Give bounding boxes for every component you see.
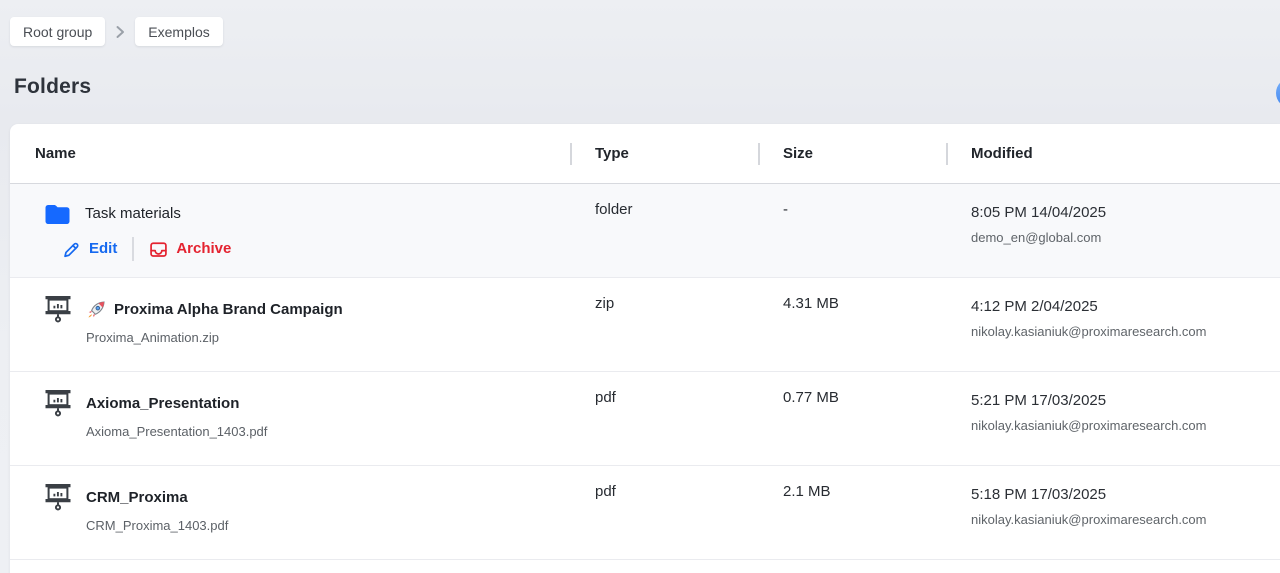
column-header-type: Type xyxy=(570,124,758,183)
table-row-task-materials[interactable]: Task materials Edit xyxy=(10,184,1280,278)
actions-divider xyxy=(132,237,134,261)
size-cell: 2.1 MB xyxy=(758,466,946,559)
floating-action-button[interactable] xyxy=(1276,78,1280,108)
name-cell: CRM_Proxima CRM_Proxima_1403.pdf xyxy=(10,466,570,559)
size-cell: 0.77 MB xyxy=(758,372,946,465)
pencil-icon xyxy=(62,240,81,259)
rocket-icon xyxy=(86,300,106,320)
folder-icon xyxy=(44,203,71,225)
modified-time: 5:21 PM 17/03/2025 xyxy=(971,389,1270,413)
column-header-size: Size xyxy=(758,124,946,183)
file-name: CRM_Proxima_1403.pdf xyxy=(86,518,560,534)
partial-next-row xyxy=(10,560,1280,573)
modified-by-email: nikolay.kasianiuk@proximaresearch.com xyxy=(971,324,1270,340)
modified-by-email: nikolay.kasianiuk@proximaresearch.com xyxy=(971,418,1270,434)
type-cell: pdf xyxy=(570,372,758,465)
modified-time: 5:18 PM 17/03/2025 xyxy=(971,483,1270,507)
size-cell: 4.31 MB xyxy=(758,278,946,371)
file-title: Axioma_Presentation xyxy=(86,392,239,416)
table-row-proxima-alpha[interactable]: Proxima Alpha Brand Campaign Proxima_Ani… xyxy=(10,278,1280,372)
name-cell: Task materials Edit xyxy=(10,184,570,277)
modified-by-email: demo_en@global.com xyxy=(971,230,1270,246)
table-row-axioma-presentation[interactable]: Axioma_Presentation Axioma_Presentation_… xyxy=(10,372,1280,466)
breadcrumb-current[interactable]: Exemplos xyxy=(135,17,222,46)
file-title: CRM_Proxima xyxy=(86,486,188,510)
name-cell: Proxima Alpha Brand Campaign Proxima_Ani… xyxy=(10,278,570,371)
breadcrumb: Root group Exemplos xyxy=(10,17,223,46)
modified-cell: 4:12 PM 2/04/2025 nikolay.kasianiuk@prox… xyxy=(946,278,1280,371)
archive-icon xyxy=(149,240,168,259)
page-title: Folders xyxy=(14,75,91,99)
archive-label: Archive xyxy=(176,237,231,261)
breadcrumb-root-group[interactable]: Root group xyxy=(10,17,105,46)
presentation-icon xyxy=(44,295,72,324)
breadcrumb-root-label: Root group xyxy=(23,24,92,40)
modified-time: 4:12 PM 2/04/2025 xyxy=(971,295,1270,319)
edit-label: Edit xyxy=(89,237,117,261)
modified-time: 8:05 PM 14/04/2025 xyxy=(971,201,1270,225)
row-actions: Edit Archive xyxy=(62,237,560,261)
table-row-crm-proxima[interactable]: CRM_Proxima CRM_Proxima_1403.pdf pdf 2.1… xyxy=(10,466,1280,560)
chevron-right-icon xyxy=(114,25,126,39)
modified-cell: 5:21 PM 17/03/2025 nikolay.kasianiuk@pro… xyxy=(946,372,1280,465)
folders-table-card: Name Type Size Modified Task materials xyxy=(10,124,1280,573)
breadcrumb-current-label: Exemplos xyxy=(148,24,209,40)
modified-cell: 8:05 PM 14/04/2025 demo_en@global.com xyxy=(946,184,1280,277)
table-header-row: Name Type Size Modified xyxy=(10,124,1280,184)
type-cell: folder xyxy=(570,184,758,277)
column-header-name: Name xyxy=(10,124,570,183)
type-cell: pdf xyxy=(570,466,758,559)
file-name: Proxima_Animation.zip xyxy=(86,330,560,346)
type-cell: zip xyxy=(570,278,758,371)
column-header-modified: Modified xyxy=(946,124,1280,183)
modified-cell: 5:18 PM 17/03/2025 nikolay.kasianiuk@pro… xyxy=(946,466,1280,559)
modified-by-email: nikolay.kasianiuk@proximaresearch.com xyxy=(971,512,1270,528)
name-cell: Axioma_Presentation Axioma_Presentation_… xyxy=(10,372,570,465)
folder-name: Task materials xyxy=(85,202,181,226)
file-name: Axioma_Presentation_1403.pdf xyxy=(86,424,560,440)
size-cell: - xyxy=(758,184,946,277)
presentation-icon xyxy=(44,389,72,418)
archive-button[interactable]: Archive xyxy=(149,237,231,261)
file-title: Proxima Alpha Brand Campaign xyxy=(114,298,343,322)
edit-button[interactable]: Edit xyxy=(62,237,117,261)
presentation-icon xyxy=(44,483,72,512)
